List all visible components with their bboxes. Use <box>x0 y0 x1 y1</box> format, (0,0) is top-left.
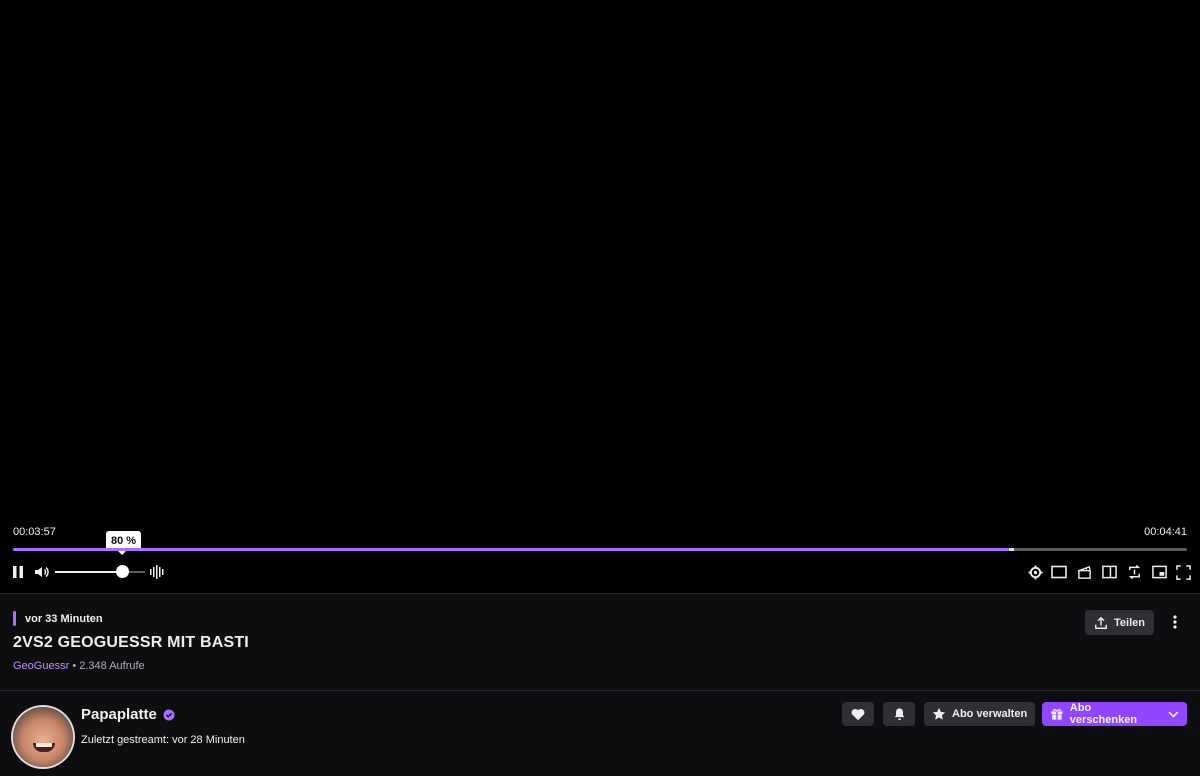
channel-name[interactable]: Papaplatte <box>81 706 157 723</box>
channel-info: Papaplatte Zuletzt gestreamt: vor 28 Min… <box>0 691 1200 776</box>
avatar[interactable] <box>13 707 73 767</box>
volume-slider[interactable] <box>55 571 145 573</box>
share-label: Teilen <box>1114 616 1145 629</box>
channel-name-row: Papaplatte <box>81 706 175 723</box>
settings-icon <box>1027 564 1043 580</box>
last-streamed: Zuletzt gestreamt: vor 28 Minuten <box>81 734 245 746</box>
manage-subscription-button[interactable]: Abo verwalten <box>924 702 1036 726</box>
audio-only-button[interactable] <box>149 564 165 580</box>
fullscreen-button[interactable] <box>1175 564 1191 580</box>
volume-icon <box>35 566 49 578</box>
audio-waveform-icon <box>150 565 164 579</box>
clip-button[interactable] <box>1076 564 1092 580</box>
video-title: 2VS2 GEOGUESSR MIT BASTI <box>13 634 249 651</box>
seek-bar-played <box>13 548 1009 551</box>
theatre-mode-icon <box>1051 565 1067 579</box>
chevron-down-icon <box>1168 710 1179 718</box>
game-link[interactable]: GeoGuessr <box>13 660 69 672</box>
time-ago: vor 33 Minuten <box>13 611 103 626</box>
gift-subscription-button[interactable]: Abo verschenken <box>1042 702 1187 726</box>
video-player[interactable]: 00:03:57 00:04:41 80 % <box>0 0 1200 594</box>
current-time: 00:03:57 <box>13 526 56 538</box>
share-icon <box>1095 616 1107 629</box>
sidebar-toggle-icon <box>1101 565 1117 579</box>
seek-bar-buffered <box>1008 548 1015 551</box>
fullscreen-icon <box>1175 564 1191 580</box>
settings-button[interactable] <box>1027 564 1043 580</box>
heart-icon <box>851 708 865 720</box>
share-button[interactable]: Teilen <box>1085 610 1154 635</box>
duration-time: 00:04:41 <box>1144 526 1187 538</box>
avatar-teeth <box>36 743 52 747</box>
meta-separator: • <box>72 660 77 672</box>
gift-subscription-label: Abo verschenken <box>1069 702 1138 726</box>
volume-slider-handle[interactable] <box>116 565 129 578</box>
time-ago-accent <box>13 611 16 626</box>
follow-button[interactable] <box>842 702 874 726</box>
manage-subscription-label: Abo verwalten <box>952 708 1028 720</box>
clip-icon <box>1077 565 1091 579</box>
pause-button[interactable] <box>10 564 26 580</box>
sync-button[interactable] <box>1126 564 1142 580</box>
picture-in-picture-icon <box>1151 565 1167 579</box>
bell-icon <box>894 708 904 721</box>
pause-icon <box>13 566 23 578</box>
more-vertical-icon <box>1173 615 1177 629</box>
view-count: 2.348 Aufrufe <box>79 660 145 672</box>
more-options-button[interactable] <box>1165 614 1185 630</box>
notifications-button[interactable] <box>883 702 915 726</box>
theatre-mode-button[interactable] <box>1051 564 1067 580</box>
sync-icon <box>1128 564 1140 580</box>
video-info: vor 33 Minuten 2VS2 GEOGUESSR MIT BASTI … <box>0 594 1200 690</box>
seek-bar[interactable] <box>13 548 1187 551</box>
star-icon <box>932 707 946 720</box>
mute-button[interactable] <box>34 564 50 580</box>
verified-badge-icon <box>163 709 175 720</box>
video-meta: GeoGuessr • 2.348 Aufrufe <box>13 660 145 672</box>
gift-icon <box>1051 708 1063 720</box>
sidebar-toggle-button[interactable] <box>1101 564 1117 580</box>
volume-slider-fill <box>55 571 123 573</box>
picture-in-picture-button[interactable] <box>1151 564 1167 580</box>
time-ago-label: vor 33 Minuten <box>25 612 103 625</box>
